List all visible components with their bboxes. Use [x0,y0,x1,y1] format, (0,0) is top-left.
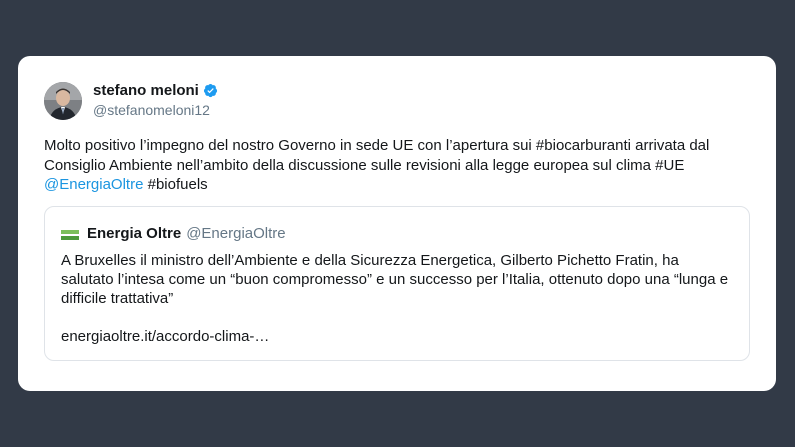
quoted-tweet[interactable]: Energia Oltre @EnergiaOltre A Bruxelles … [44,206,750,361]
tweet-card: stefano meloni @stefanomeloni12 Molto po… [18,56,776,391]
quoted-author-handle[interactable]: @EnergiaOltre [186,225,285,242]
author-name-text[interactable]: stefano meloni [93,82,199,99]
energia-oltre-logo-icon [61,228,79,240]
quoted-tweet-text: A Bruxelles il ministro dell’Ambiente e … [61,252,729,307]
tweet-text-body: Molto positivo l’impegno del nostro Gove… [44,137,710,174]
author-name[interactable]: stefano meloni [93,82,218,99]
tweet-text: Molto positivo l’impegno del nostro Gove… [44,136,764,195]
verified-badge-icon [203,83,218,98]
quoted-tweet-header: Energia Oltre @EnergiaOltre [61,225,286,242]
author-handle[interactable]: @stefanomeloni12 [93,102,210,119]
quoted-author-name[interactable]: Energia Oltre [87,225,181,242]
mention-link[interactable]: @EnergiaOltre [44,176,143,193]
author-avatar[interactable] [44,82,82,120]
hashtag-text: #biofuels [143,176,208,193]
quoted-tweet-link[interactable]: energiaoltre.it/accordo-clima-… [61,327,269,346]
